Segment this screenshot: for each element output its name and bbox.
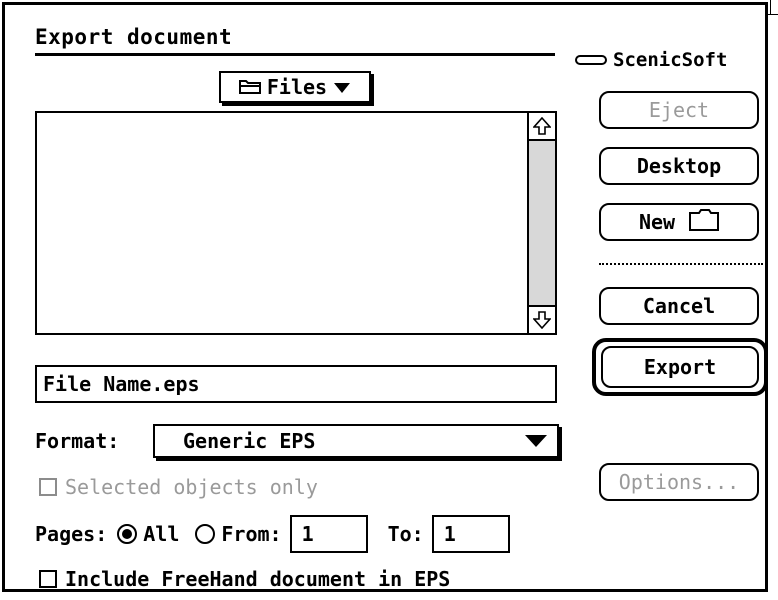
- include-freehand-label: Include FreeHand document in EPS: [65, 567, 451, 591]
- export-button[interactable]: Export: [601, 346, 759, 388]
- folder-icon: [689, 208, 720, 236]
- pages-all-label: All: [143, 522, 180, 546]
- format-label: Format:: [35, 429, 120, 453]
- to-page-input[interactable]: 1: [431, 515, 510, 553]
- include-freehand-checkbox-row[interactable]: Include FreeHand document in EPS: [39, 567, 450, 591]
- button-separator: [599, 263, 763, 265]
- window-edge-mark: [770, 0, 771, 14]
- triangle-down-icon: [525, 435, 547, 447]
- format-select[interactable]: Generic EPS: [153, 424, 559, 458]
- format-selected-value: Generic EPS: [183, 429, 316, 453]
- volume-name: ScenicSoft: [613, 49, 728, 71]
- cancel-button[interactable]: Cancel: [599, 287, 759, 325]
- new-folder-label: New: [638, 210, 676, 234]
- pages-label: Pages:: [35, 522, 108, 546]
- dialog-title: Export document: [35, 25, 233, 49]
- pages-from-label: From:: [221, 522, 282, 546]
- selected-objects-checkbox[interactable]: [39, 478, 57, 496]
- new-folder-button[interactable]: New: [599, 203, 759, 241]
- folder-icon: [238, 75, 261, 99]
- eject-button[interactable]: Eject: [599, 91, 759, 129]
- desktop-button[interactable]: Desktop: [599, 147, 759, 185]
- selected-objects-checkbox-row[interactable]: Selected objects only: [39, 475, 318, 499]
- pages-from-radio[interactable]: [195, 524, 216, 544]
- pages-to-label: To:: [387, 522, 424, 546]
- disk-icon: [575, 55, 607, 65]
- radio-selected-dot: [122, 529, 133, 539]
- scroll-down-arrow-icon[interactable]: [529, 305, 555, 333]
- selected-objects-label: Selected objects only: [65, 475, 318, 499]
- file-list-scrollbar[interactable]: [527, 113, 555, 333]
- triangle-down-icon: [333, 75, 351, 99]
- pages-all-radio[interactable]: [117, 524, 138, 544]
- file-list[interactable]: [35, 111, 557, 335]
- include-freehand-checkbox[interactable]: [39, 570, 57, 588]
- filename-input[interactable]: File Name.eps: [35, 365, 557, 403]
- volume-label: ScenicSoft: [575, 49, 727, 71]
- folder-popup-label: Files: [266, 75, 328, 99]
- scroll-up-arrow-icon[interactable]: [529, 113, 555, 141]
- pages-row: Pages: All From: 1 To: 1: [35, 515, 510, 553]
- folder-popup[interactable]: Files: [219, 71, 371, 103]
- from-page-input[interactable]: 1: [289, 515, 368, 553]
- export-dialog: Export document Files ScenicSoft Eject D…: [2, 2, 768, 592]
- options-button[interactable]: Options...: [599, 463, 759, 501]
- title-divider: [35, 53, 555, 56]
